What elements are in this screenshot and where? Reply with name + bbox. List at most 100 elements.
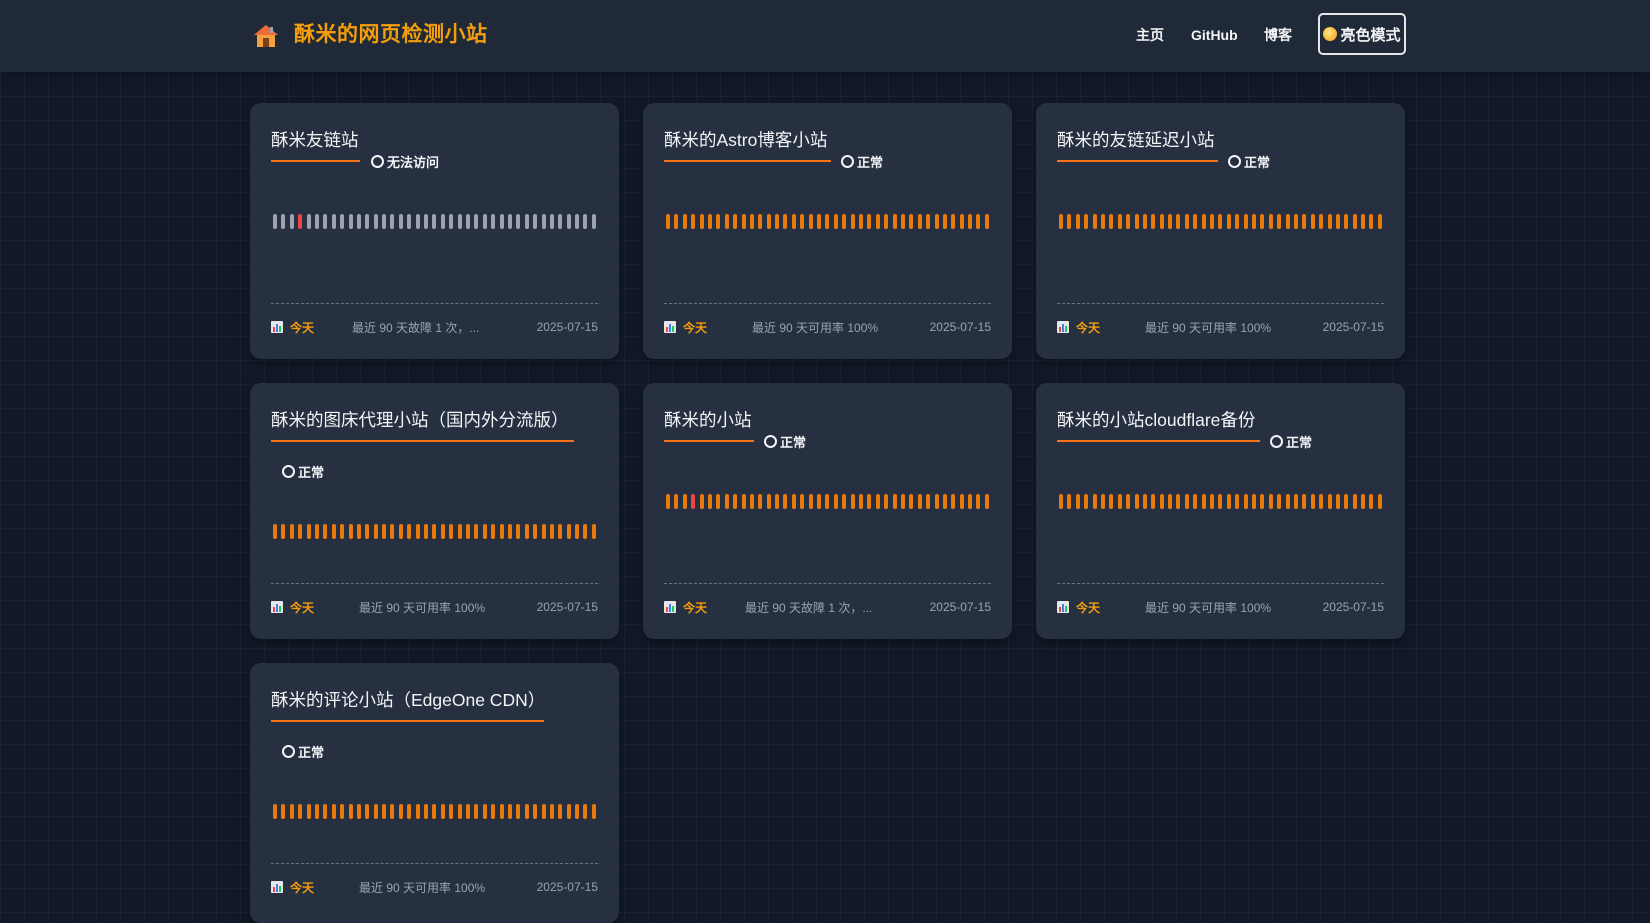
uptime-bar[interactable] bbox=[833, 214, 838, 229]
uptime-bar[interactable] bbox=[884, 494, 889, 509]
uptime-bar[interactable] bbox=[724, 494, 729, 509]
uptime-bar[interactable] bbox=[1344, 494, 1349, 509]
uptime-bar[interactable] bbox=[1168, 494, 1173, 509]
uptime-bar[interactable] bbox=[524, 524, 529, 539]
uptime-bar[interactable] bbox=[457, 524, 462, 539]
uptime-bar[interactable] bbox=[449, 214, 454, 229]
uptime-bar[interactable] bbox=[533, 524, 538, 539]
uptime-bar[interactable] bbox=[1226, 494, 1231, 509]
uptime-bar[interactable] bbox=[1260, 494, 1265, 509]
uptime-bar[interactable] bbox=[1210, 494, 1215, 509]
nav-github-link[interactable]: GitHub bbox=[1191, 24, 1238, 46]
uptime-bar[interactable] bbox=[741, 494, 746, 509]
uptime-bar[interactable] bbox=[474, 804, 479, 819]
uptime-bar[interactable] bbox=[415, 214, 420, 229]
uptime-bar[interactable] bbox=[1168, 214, 1173, 229]
uptime-bar[interactable] bbox=[699, 494, 704, 509]
uptime-bar[interactable] bbox=[791, 214, 796, 229]
uptime-bar[interactable] bbox=[533, 214, 538, 229]
uptime-bar[interactable] bbox=[942, 494, 947, 509]
uptime-bar[interactable] bbox=[424, 214, 429, 229]
uptime-bar[interactable] bbox=[566, 524, 571, 539]
uptime-bar[interactable] bbox=[314, 214, 319, 229]
uptime-bar[interactable] bbox=[482, 524, 487, 539]
uptime-bar[interactable] bbox=[775, 494, 780, 509]
uptime-bar[interactable] bbox=[382, 524, 387, 539]
uptime-bar[interactable] bbox=[1335, 494, 1340, 509]
uptime-bar[interactable] bbox=[382, 214, 387, 229]
uptime-bar[interactable] bbox=[707, 214, 712, 229]
uptime-bar[interactable] bbox=[407, 804, 412, 819]
uptime-bar[interactable] bbox=[331, 804, 336, 819]
uptime-bar[interactable] bbox=[1218, 214, 1223, 229]
uptime-bar[interactable] bbox=[491, 804, 496, 819]
uptime-bar[interactable] bbox=[575, 524, 580, 539]
uptime-bar[interactable] bbox=[1176, 214, 1181, 229]
uptime-bar[interactable] bbox=[1193, 494, 1198, 509]
uptime-bar[interactable] bbox=[691, 494, 696, 509]
uptime-bar[interactable] bbox=[373, 804, 378, 819]
uptime-bar[interactable] bbox=[440, 214, 445, 229]
uptime-bar[interactable] bbox=[842, 494, 847, 509]
nav-blog-link[interactable]: 博客 bbox=[1264, 24, 1292, 46]
uptime-bar[interactable] bbox=[314, 804, 319, 819]
uptime-bar[interactable] bbox=[365, 214, 370, 229]
uptime-bar[interactable] bbox=[959, 494, 964, 509]
uptime-bar[interactable] bbox=[749, 214, 754, 229]
uptime-bar[interactable] bbox=[356, 804, 361, 819]
uptime-bar[interactable] bbox=[340, 804, 345, 819]
uptime-bar[interactable] bbox=[1319, 214, 1324, 229]
uptime-bar[interactable] bbox=[507, 214, 512, 229]
uptime-bar[interactable] bbox=[398, 214, 403, 229]
uptime-bar[interactable] bbox=[716, 494, 721, 509]
uptime-bar[interactable] bbox=[1243, 214, 1248, 229]
uptime-bar[interactable] bbox=[1352, 214, 1357, 229]
uptime-bar[interactable] bbox=[482, 804, 487, 819]
uptime-bar[interactable] bbox=[951, 494, 956, 509]
uptime-bar[interactable] bbox=[858, 214, 863, 229]
uptime-bar[interactable] bbox=[373, 214, 378, 229]
uptime-bar[interactable] bbox=[289, 804, 294, 819]
uptime-bar[interactable] bbox=[1251, 494, 1256, 509]
uptime-bar[interactable] bbox=[968, 214, 973, 229]
uptime-bar[interactable] bbox=[491, 214, 496, 229]
uptime-bar[interactable] bbox=[699, 214, 704, 229]
uptime-bar[interactable] bbox=[583, 524, 588, 539]
uptime-bar[interactable] bbox=[1092, 494, 1097, 509]
uptime-bar[interactable] bbox=[474, 214, 479, 229]
uptime-bar[interactable] bbox=[1151, 494, 1156, 509]
uptime-bar[interactable] bbox=[566, 214, 571, 229]
uptime-bar[interactable] bbox=[499, 804, 504, 819]
uptime-bar[interactable] bbox=[499, 214, 504, 229]
uptime-bar[interactable] bbox=[558, 524, 563, 539]
uptime-bar[interactable] bbox=[1092, 214, 1097, 229]
uptime-bar[interactable] bbox=[465, 804, 470, 819]
uptime-bar[interactable] bbox=[833, 494, 838, 509]
uptime-bar[interactable] bbox=[733, 214, 738, 229]
uptime-bar[interactable] bbox=[1126, 494, 1131, 509]
uptime-bar[interactable] bbox=[549, 524, 554, 539]
uptime-bar[interactable] bbox=[875, 494, 880, 509]
uptime-bar[interactable] bbox=[1369, 494, 1374, 509]
uptime-bar[interactable] bbox=[1327, 494, 1332, 509]
uptime-bar[interactable] bbox=[1117, 214, 1122, 229]
uptime-bar[interactable] bbox=[1310, 214, 1315, 229]
uptime-bar[interactable] bbox=[1285, 494, 1290, 509]
uptime-bar[interactable] bbox=[415, 804, 420, 819]
uptime-bar[interactable] bbox=[1235, 494, 1240, 509]
uptime-bar[interactable] bbox=[926, 494, 931, 509]
uptime-bar[interactable] bbox=[281, 214, 286, 229]
uptime-bar[interactable] bbox=[356, 524, 361, 539]
uptime-bar[interactable] bbox=[976, 214, 981, 229]
uptime-bar[interactable] bbox=[516, 524, 521, 539]
uptime-bar[interactable] bbox=[1117, 494, 1122, 509]
uptime-bar[interactable] bbox=[1067, 214, 1072, 229]
uptime-bar[interactable] bbox=[356, 214, 361, 229]
theme-toggle-button[interactable]: 亮色模式 bbox=[1318, 13, 1406, 55]
uptime-bar[interactable] bbox=[331, 524, 336, 539]
uptime-bar[interactable] bbox=[348, 524, 353, 539]
uptime-bar[interactable] bbox=[875, 214, 880, 229]
uptime-bar[interactable] bbox=[499, 524, 504, 539]
uptime-bar[interactable] bbox=[758, 214, 763, 229]
uptime-bar[interactable] bbox=[783, 214, 788, 229]
